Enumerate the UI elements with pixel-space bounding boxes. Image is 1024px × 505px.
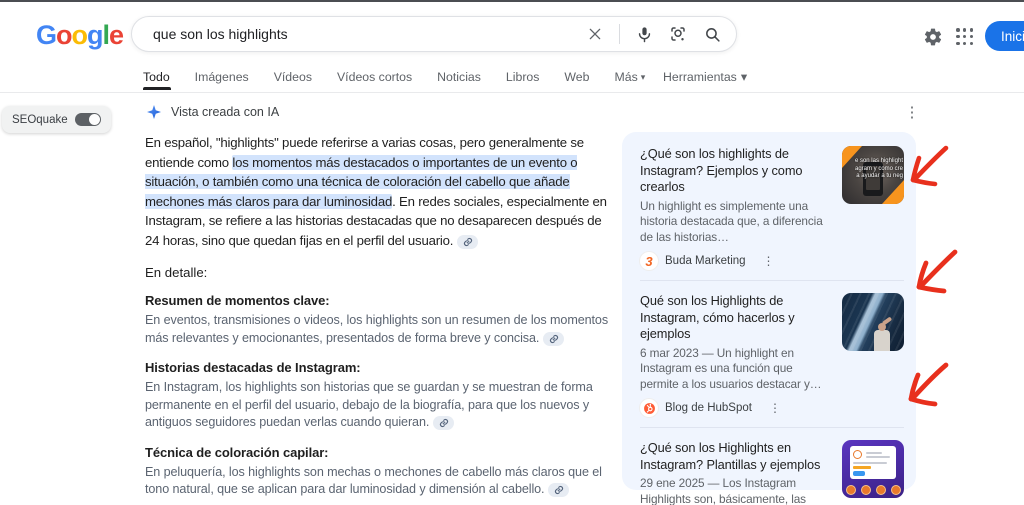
seoquake-extension-chip[interactable]: SEOquake — [2, 106, 111, 133]
tab-noticias[interactable]: Noticias — [437, 70, 481, 84]
section-heading: Historias destacadas de Instagram: — [145, 360, 361, 375]
ai-overview-label: Vista creada con IA — [171, 105, 280, 119]
card-kebab-icon[interactable]: ⋮ — [763, 254, 775, 268]
section-body: En eventos, transmisiones o videos, los … — [145, 313, 609, 346]
card-thumbnail-skyscrapers[interactable] — [842, 293, 904, 351]
card-thumbnail-instagram-profile[interactable] — [842, 440, 904, 498]
card-title[interactable]: Qué son los Highlights de Instagram, cóm… — [640, 293, 832, 343]
section-heading: Resumen de momentos clave: — [145, 293, 330, 308]
seoquake-label: SEOquake — [12, 113, 68, 126]
ai-intro-paragraph: En español, "highlights" puede referirse… — [145, 135, 607, 249]
google-apps-grid-icon[interactable] — [956, 28, 974, 46]
card-snippet: Un highlight es simplemente una historia… — [640, 198, 823, 244]
ai-overview-header: Vista creada con IA — [146, 104, 279, 120]
sign-in-button[interactable]: Iniciar sesión — [985, 21, 1024, 51]
tab-imagenes[interactable]: Imágenes — [195, 70, 249, 84]
ai-overview-kebab-icon[interactable]: ⋮ — [903, 103, 921, 121]
google-logo[interactable]: Google — [36, 20, 124, 51]
chevron-down-icon: ▾ — [740, 70, 747, 84]
tab-videos-cortos[interactable]: Vídeos cortos — [337, 70, 412, 84]
clear-icon[interactable] — [585, 24, 605, 44]
search-bar[interactable] — [131, 16, 737, 52]
citation-link-icon[interactable] — [457, 234, 479, 249]
card-title[interactable]: ¿Qué son los Highlights en Instagram? Pl… — [640, 440, 832, 473]
search-divider — [619, 24, 620, 44]
tab-todo[interactable]: Todo — [143, 70, 170, 84]
ai-overview-body: En español, "highlights" puede referirse… — [145, 133, 615, 505]
section-body: En peluquería, los highlights son mechas… — [145, 464, 602, 497]
detail-label: En detalle: — [145, 265, 208, 280]
citation-link-icon[interactable] — [548, 483, 570, 497]
hubspot-favicon — [640, 399, 658, 417]
search-input[interactable] — [153, 26, 585, 42]
section-body: En Instagram, los highlights son histori… — [145, 380, 593, 430]
header-divider — [0, 92, 1024, 93]
card-title[interactable]: ¿Qué son los highlights de Instagram? Ej… — [640, 146, 832, 196]
chevron-down-icon: ▾ — [640, 71, 646, 82]
tools-menu[interactable]: Herramientas ▾ — [663, 70, 747, 84]
tab-videos[interactable]: Vídeos — [274, 70, 312, 84]
window-top-edge — [0, 0, 1024, 2]
card-snippet: 29 ene 2025 — Los Instagram Highlights s… — [640, 476, 806, 505]
source-card-3[interactable]: ¿Qué son los Highlights en Instagram? Pl… — [640, 427, 904, 505]
google-search-page: Google Iniciar sesión Todo Imágene — [0, 0, 1024, 505]
source-cards-panel: ¿Qué son los highlights de Instagram? Ej… — [622, 132, 916, 505]
card-source-name: Blog de HubSpot — [665, 402, 752, 414]
ai-sparkle-icon — [147, 105, 161, 119]
settings-gear-icon[interactable] — [923, 27, 943, 47]
card-thumbnail-phone-hands[interactable]: e son las highlight agram y como cre a a… — [842, 146, 904, 204]
source-card-1[interactable]: ¿Qué son los highlights de Instagram? Ej… — [640, 134, 904, 280]
card-kebab-icon[interactable]: ⋮ — [769, 401, 781, 415]
tab-web[interactable]: Web — [564, 70, 589, 84]
section-heading: Técnica de coloración capilar: — [145, 444, 329, 460]
citation-link-icon[interactable] — [433, 416, 455, 430]
seoquake-toggle[interactable] — [74, 113, 101, 126]
tab-libros[interactable]: Libros — [506, 70, 540, 84]
tab-mas[interactable]: Más ▾ — [614, 70, 645, 84]
search-icon[interactable] — [702, 24, 722, 44]
microphone-icon[interactable] — [634, 24, 654, 44]
card-source-name: Buda Marketing — [665, 255, 746, 267]
active-tab-underline — [143, 87, 171, 90]
citation-link-icon[interactable] — [543, 331, 565, 346]
result-type-tabs: Todo Imágenes Vídeos Vídeos cortos Notic… — [143, 70, 645, 84]
buda-marketing-favicon: 3 — [640, 252, 658, 270]
google-lens-icon[interactable] — [668, 24, 688, 44]
card-snippet: 6 mar 2023 — Un highlight en Instagram e… — [640, 345, 822, 391]
source-card-2[interactable]: Qué son los Highlights de Instagram, cóm… — [640, 280, 904, 427]
